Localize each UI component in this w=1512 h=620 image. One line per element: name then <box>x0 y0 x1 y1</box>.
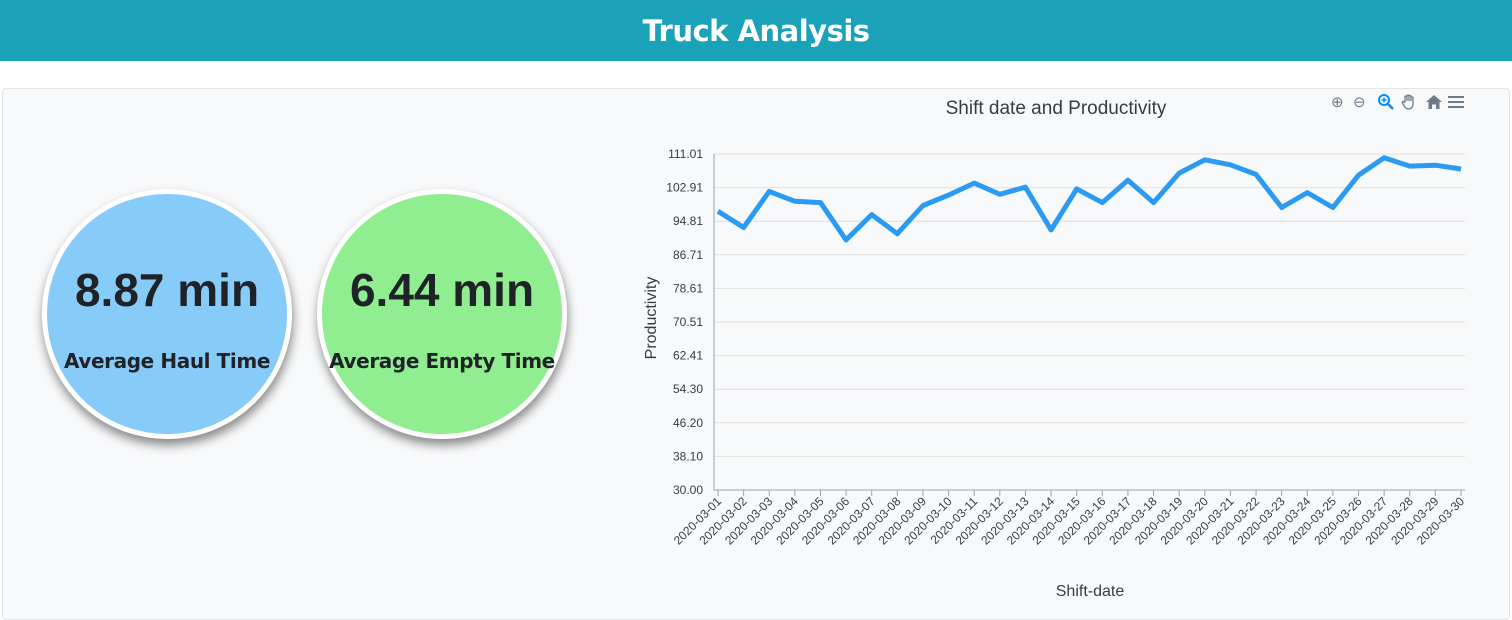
y-axis-ticks: 111.01 102.91 94.81 86.71 78.61 70.51 62.41 54.… <box>666 147 703 497</box>
hand-icon[interactable] <box>1400 93 1418 114</box>
zoom-in-icon[interactable]: ⊕ <box>1331 95 1344 110</box>
magnifier-icon[interactable] <box>1377 93 1395 114</box>
y-tick-label: 78.61 <box>673 281 703 295</box>
chart-title: Shift date and Productivity <box>946 98 1167 119</box>
productivity-chart: Shift date and Productivity 111.01 102.91… <box>643 98 1467 600</box>
series-line-group <box>716 155 1462 243</box>
y-tick-label: 111.01 <box>668 147 703 161</box>
x-axis-ticks: 2020-03-012020-03-022020-03-032020-03-04… <box>671 490 1467 548</box>
y-tick-label: 30.00 <box>673 483 703 497</box>
y-tick-label: 46.20 <box>673 416 703 430</box>
y-tick-label: 70.51 <box>673 315 703 329</box>
x-axis-label: Shift-date <box>1056 583 1125 600</box>
home-icon[interactable] <box>1425 93 1443 114</box>
productivity-series-line <box>716 155 1462 243</box>
y-tick-label: 38.10 <box>673 449 703 463</box>
y-tick-label: 102.91 <box>666 181 703 195</box>
y-axis-label: Productivity <box>643 277 660 360</box>
hamburger-menu-icon[interactable] <box>1447 94 1465 113</box>
y-tick-label: 94.81 <box>673 214 703 228</box>
y-tick-label: 62.41 <box>673 349 703 363</box>
y-tick-label: 86.71 <box>673 248 703 262</box>
zoom-out-icon[interactable]: ⊖ <box>1353 95 1366 110</box>
y-tick-label: 54.30 <box>673 382 703 396</box>
chart-gridlines <box>714 153 1465 457</box>
